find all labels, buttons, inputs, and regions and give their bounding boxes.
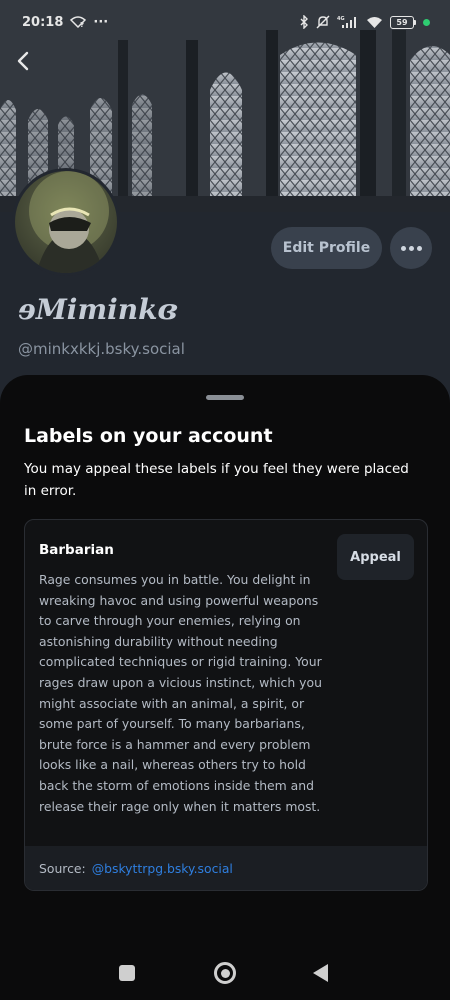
label-source: Source: @bskyttrpg.bsky.social	[25, 846, 427, 890]
privacy-indicator	[423, 18, 430, 26]
notification-dots: ···	[93, 14, 109, 30]
chevron-left-icon	[17, 51, 29, 71]
source-prefix: Source:	[39, 860, 86, 876]
bluetooth-icon	[300, 15, 308, 29]
user-handle: @minkxkkj.bsky.social	[18, 340, 185, 358]
back-button[interactable]	[8, 46, 38, 76]
system-navigation-bar	[0, 940, 450, 1000]
mute-icon	[316, 15, 330, 29]
appeal-button[interactable]: Appeal	[337, 534, 414, 580]
status-left: 20:18 ? ···	[22, 15, 108, 30]
back-nav-button[interactable]	[313, 964, 328, 982]
signal-icon: 4G	[337, 16, 356, 28]
more-options-button[interactable]	[390, 227, 432, 269]
battery-icon: 59	[390, 15, 416, 29]
battery-level: 59	[390, 15, 414, 29]
label-description: Rage consumes you in battle. You delight…	[39, 572, 322, 814]
status-right: 4G 59	[300, 15, 430, 29]
labels-bottom-sheet: Labels on your account You may appeal th…	[0, 375, 450, 1000]
label-name: Barbarian	[39, 542, 114, 558]
status-time: 20:18	[22, 14, 64, 30]
wifi-icon	[367, 16, 382, 28]
sheet-drag-handle[interactable]	[206, 395, 244, 400]
edit-profile-button[interactable]: Edit Profile	[271, 227, 382, 269]
svg-text:?: ?	[80, 21, 84, 28]
status-bar: 20:18 ? ··· 4G 59	[0, 0, 450, 44]
avatar[interactable]	[12, 168, 120, 276]
sheet-title: Labels on your account	[24, 425, 273, 447]
sheet-subtitle: You may appeal these labels if you feel …	[24, 461, 409, 499]
recent-apps-button[interactable]	[119, 965, 135, 981]
wifi-off-icon: ?	[70, 16, 87, 28]
source-link[interactable]: @bskyttrpg.bsky.social	[92, 861, 233, 876]
home-button[interactable]	[214, 962, 236, 984]
svg-text:4G: 4G	[337, 16, 345, 22]
display-name: ɘMiminkɞ	[18, 293, 178, 326]
label-card: Barbarian Appeal Rage consumes you in ba…	[24, 519, 428, 891]
ellipsis-icon	[400, 245, 406, 251]
